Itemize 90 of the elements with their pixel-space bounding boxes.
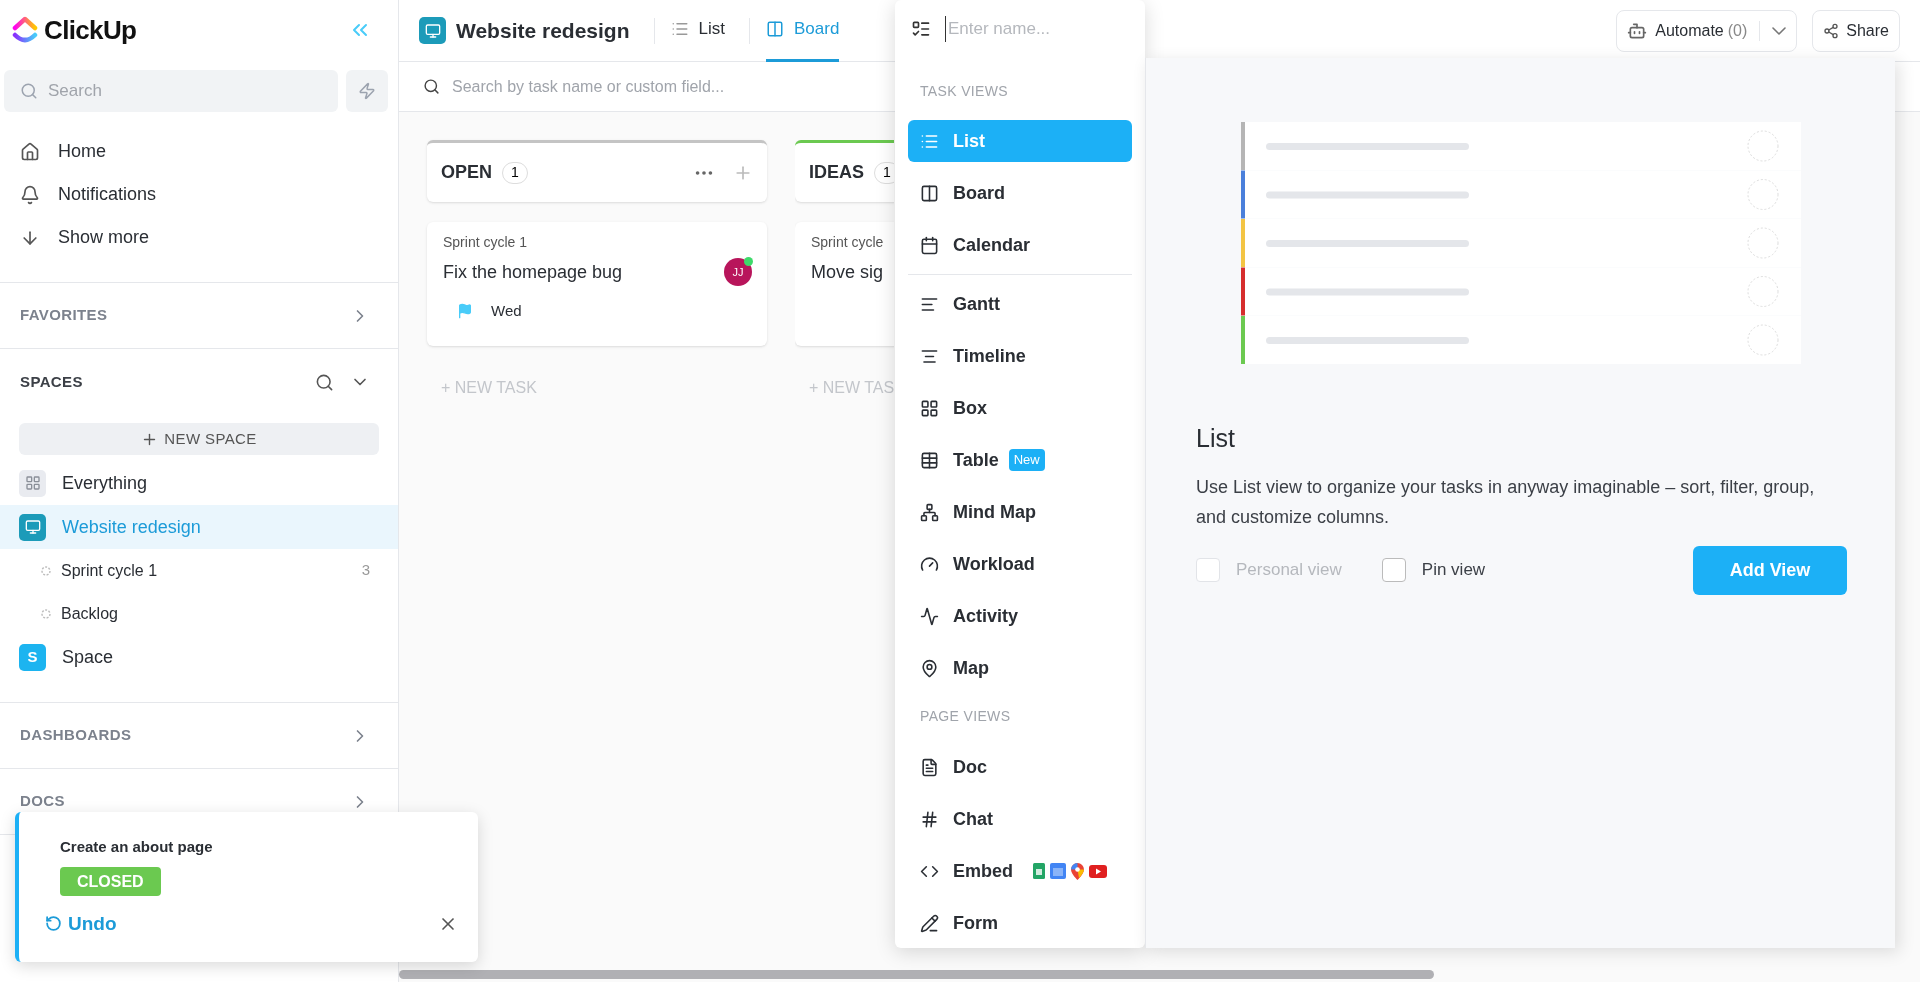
- view-description: Use List view to organize your tasks in anyway imaginable – sort, filter, group, and customize columns.: [1196, 475, 1816, 529]
- share-button[interactable]: Share: [1812, 9, 1900, 52]
- board-icon: [765, 20, 784, 38]
- view-type-item[interactable]: Chat: [908, 798, 1132, 840]
- section-title: SPACES: [20, 371, 83, 392]
- view-type-item[interactable]: Doc: [908, 746, 1132, 788]
- space-avatar: S: [19, 643, 46, 671]
- sidebar-subitem[interactable]: Backlog: [0, 592, 398, 635]
- section-title: DOCS: [20, 791, 65, 812]
- form-icon: [920, 913, 939, 933]
- map-pin-icon: [1071, 862, 1084, 880]
- task-search-field[interactable]: Search by task name or custom field...: [452, 74, 772, 99]
- column-title: IDEAS: [809, 161, 864, 184]
- task-list-name: Sprint cycle: [811, 233, 885, 252]
- space-item[interactable]: Everything: [0, 461, 398, 505]
- flag-icon[interactable]: [457, 303, 473, 320]
- board-icon: [920, 183, 939, 203]
- activity-icon: [920, 606, 939, 626]
- view-type-item[interactable]: Box: [908, 387, 1132, 429]
- gauge-icon: [920, 554, 939, 574]
- view-type-item[interactable]: Activity: [908, 595, 1132, 637]
- section-title: FAVORITES: [20, 305, 108, 326]
- checkbox-label: Pin view: [1421, 559, 1486, 582]
- view-type-item[interactable]: Workload: [908, 543, 1132, 585]
- view-type-item[interactable]: Table New: [908, 439, 1132, 481]
- table-icon: [920, 450, 939, 470]
- task-card[interactable]: Sprint cycle 1 Fix the homepage bug JJ Wed: [427, 222, 767, 346]
- view-type-item[interactable]: Board: [908, 172, 1132, 214]
- logo-text: ClickUp: [44, 13, 137, 47]
- grid-icon: [920, 398, 939, 418]
- checkbox[interactable]: [1381, 558, 1406, 582]
- undo-icon: [45, 915, 62, 933]
- toast-title: Create an about page: [60, 837, 214, 857]
- task-title: Fix the homepage bug: [443, 261, 623, 284]
- nav-item[interactable]: Home: [0, 130, 398, 173]
- chevron-down-icon: [1772, 26, 1787, 35]
- column-title: OPEN: [441, 161, 492, 184]
- checkbox-label: Personal view: [1236, 559, 1342, 582]
- lightning-icon: [358, 82, 376, 100]
- page-title: Website redesign: [456, 17, 630, 44]
- search-icon: [423, 78, 440, 95]
- search-field[interactable]: Search: [4, 70, 338, 112]
- task-list-name: Sprint cycle 1: [443, 233, 529, 252]
- nav-item[interactable]: Show more: [0, 216, 398, 259]
- automate-button[interactable]: Automate (0): [1616, 9, 1798, 52]
- new-space-button[interactable]: NEW SPACE: [19, 423, 379, 455]
- due-date: Wed: [491, 301, 522, 321]
- task-count: 3: [361, 560, 370, 581]
- list-icon: [670, 20, 689, 38]
- menu-section-title: TASK VIEWS: [919, 82, 1010, 100]
- hash-icon: [920, 809, 939, 829]
- search-icon[interactable]: [315, 372, 334, 392]
- scrollbar[interactable]: [399, 970, 1434, 979]
- view-title: List: [1196, 423, 1236, 454]
- bell-icon: [20, 184, 40, 205]
- view-type-item[interactable]: Form: [908, 902, 1132, 944]
- space-item[interactable]: S Space: [0, 635, 398, 679]
- task-card[interactable]: Sprint cycle Move sig: [795, 222, 894, 346]
- menu-section-title: PAGE VIEWS: [919, 707, 1012, 725]
- mind-map-icon: [920, 502, 939, 522]
- view-tab[interactable]: List: [670, 0, 725, 62]
- view-type-item[interactable]: Timeline: [908, 335, 1132, 377]
- logo-icon: [12, 15, 38, 45]
- list-icon: [911, 19, 931, 39]
- assignee-avatar: JJ: [724, 258, 752, 286]
- map-pin-icon: [920, 658, 939, 678]
- calendar-app-icon: [1050, 863, 1066, 879]
- calendar-icon: [920, 235, 939, 255]
- view-type-item[interactable]: Gantt: [908, 283, 1132, 325]
- new-badge: New: [1008, 449, 1045, 471]
- monitor-icon: [419, 17, 446, 44]
- view-type-item[interactable]: Embed: [908, 850, 1132, 892]
- section-title: DASHBOARDS: [20, 725, 132, 746]
- play-icon: [1089, 864, 1107, 878]
- task-title: Move sig: [811, 261, 884, 284]
- spreadsheet-icon: [1033, 863, 1045, 879]
- quick-action-button[interactable]: [346, 70, 388, 112]
- document-icon: [920, 757, 939, 777]
- view-type-item[interactable]: Calendar: [908, 224, 1132, 266]
- status-circle-icon: [41, 608, 51, 619]
- view-type-item[interactable]: Map: [908, 647, 1132, 689]
- view-type-item[interactable]: Mind Map: [908, 491, 1132, 533]
- status-badge: CLOSED: [60, 866, 161, 896]
- status-circle-icon: [41, 565, 51, 576]
- home-icon: [20, 141, 40, 162]
- nav-item[interactable]: Notifications: [0, 173, 398, 216]
- sidebar-subitem[interactable]: Sprint cycle 1 3: [0, 549, 398, 592]
- share-icon: [1823, 22, 1840, 39]
- search-icon: [20, 82, 38, 100]
- view-name-field[interactable]: Enter name...: [945, 16, 1105, 42]
